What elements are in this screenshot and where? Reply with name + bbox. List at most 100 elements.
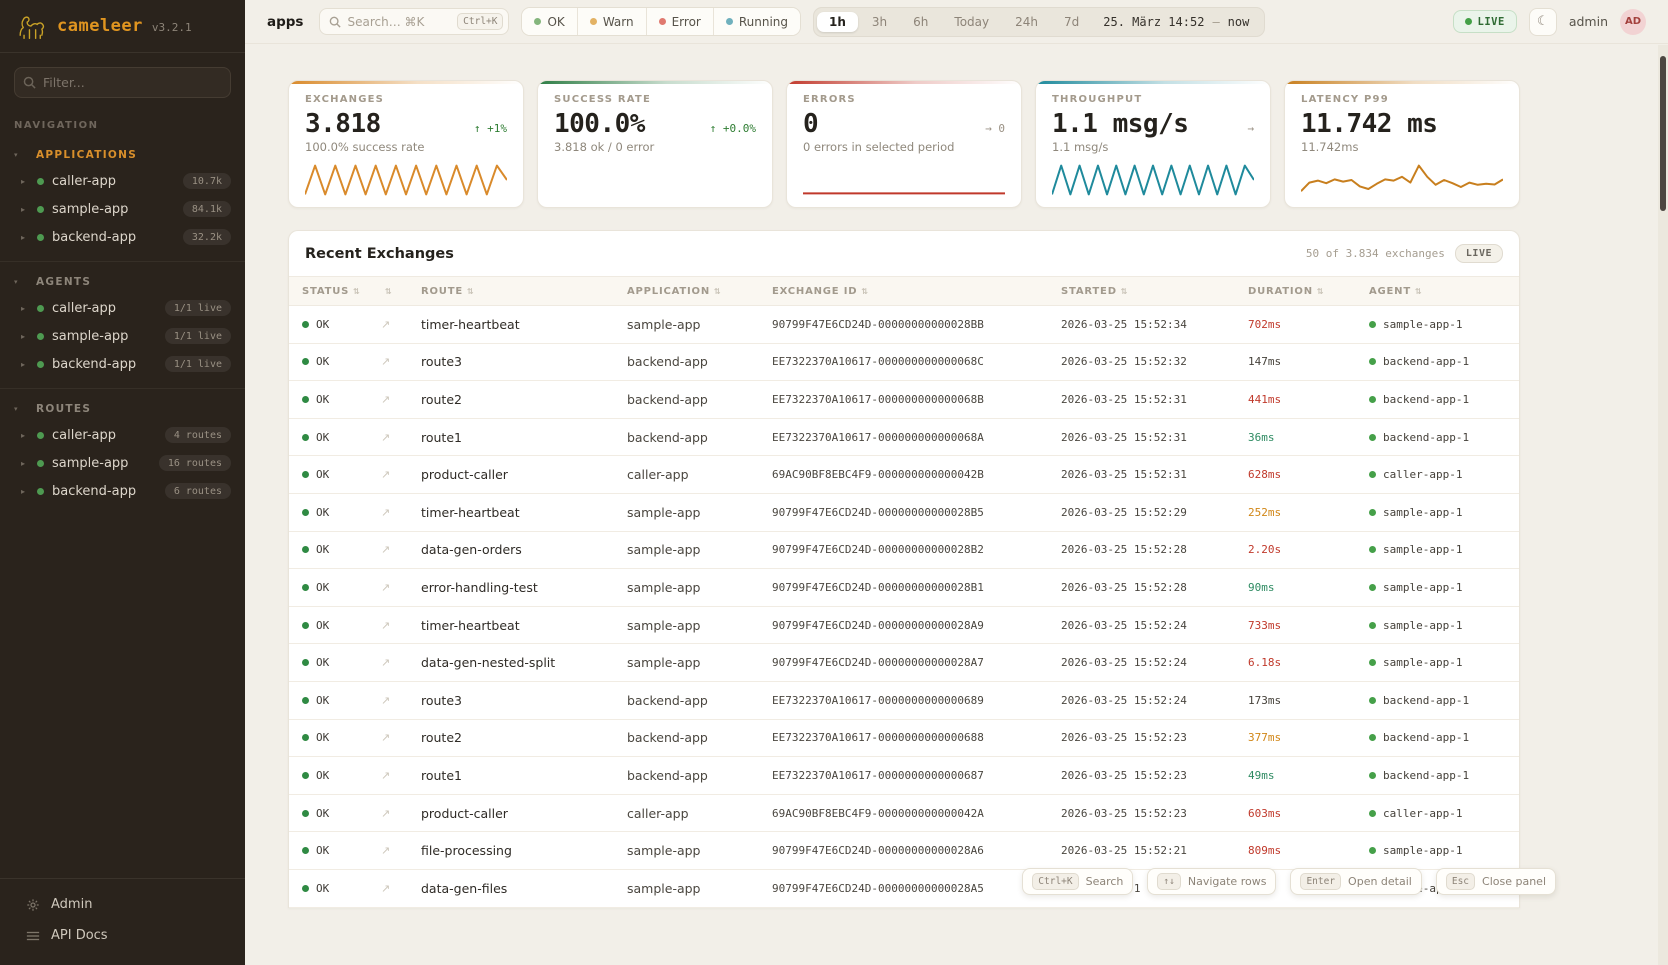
column-header-route[interactable]: ROUTE ⇅ <box>421 286 627 297</box>
table-header-row: STATUS ⇅ ⇅ ROUTE ⇅ APPLICATION ⇅ EXCHANG… <box>289 276 1519 306</box>
sort-icon: ⇅ <box>1317 287 1325 296</box>
scrollbar-thumb[interactable] <box>1660 56 1666 211</box>
open-exchange-icon[interactable]: ↗ <box>381 543 421 556</box>
table-row[interactable]: OK ↗ error-handling-test sample-app 9079… <box>289 569 1519 607</box>
application-cell: backend-app <box>627 430 772 445</box>
table-row[interactable]: OK ↗ route1 backend-app EE7322370A10617-… <box>289 419 1519 457</box>
sidebar-item-caller-app[interactable]: ▸ caller-app 1/1 live <box>0 294 245 322</box>
open-exchange-icon[interactable]: ↗ <box>381 506 421 519</box>
status-filter-warn[interactable]: Warn <box>578 8 647 35</box>
list-icon <box>26 930 40 942</box>
chevron-right-icon: ▸ <box>21 487 29 496</box>
table-row[interactable]: OK ↗ route2 backend-app EE7322370A10617-… <box>289 381 1519 419</box>
sidebar: cameleer v3.2.1 NAVIGATION ▾ APPLICATION… <box>0 0 245 965</box>
sidebar-item-sample-app[interactable]: ▸ sample-app 1/1 live <box>0 322 245 350</box>
search-box[interactable]: Ctrl+K <box>319 8 509 35</box>
column-header-duration[interactable]: DURATION ⇅ <box>1248 286 1369 297</box>
status-text: OK <box>316 506 329 519</box>
open-exchange-icon[interactable]: ↗ <box>381 656 421 669</box>
time-range-24h[interactable]: 24h <box>1003 12 1050 32</box>
column-header-started[interactable]: STARTED ⇅ <box>1061 286 1248 297</box>
column-label: STATUS <box>302 286 349 297</box>
date-range[interactable]: 25. März 14:52 — now <box>1093 15 1261 29</box>
table-row[interactable]: OK ↗ route2 backend-app EE7322370A10617-… <box>289 720 1519 758</box>
sidebar-item-admin[interactable]: Admin <box>0 889 245 920</box>
table-row[interactable]: OK ↗ data-gen-nested-split sample-app 90… <box>289 644 1519 682</box>
open-exchange-icon[interactable]: ↗ <box>381 468 421 481</box>
table-row[interactable]: OK ↗ timer-heartbeat sample-app 90799F47… <box>289 494 1519 532</box>
status-filter-running[interactable]: Running <box>714 8 800 35</box>
hint-label: Close panel <box>1482 875 1546 888</box>
theme-toggle-button[interactable]: ☾ <box>1529 8 1557 36</box>
application-cell: sample-app <box>627 580 772 595</box>
sidebar-item-sample-app[interactable]: ▸ sample-app 84.1k <box>0 195 245 223</box>
sidebar-item-badge: 1/1 live <box>165 328 231 344</box>
status-filter-ok[interactable]: OK <box>522 8 577 35</box>
nav-section-header[interactable]: ▾ AGENTS <box>0 268 245 294</box>
column-header-link[interactable]: ⇅ <box>381 287 421 296</box>
open-exchange-icon[interactable]: ↗ <box>381 807 421 820</box>
logo[interactable]: cameleer v3.2.1 <box>0 0 245 53</box>
open-exchange-icon[interactable]: ↗ <box>381 731 421 744</box>
open-exchange-icon[interactable]: ↗ <box>381 844 421 857</box>
open-exchange-icon[interactable]: ↗ <box>381 431 421 444</box>
open-exchange-icon[interactable]: ↗ <box>381 318 421 331</box>
status-text: OK <box>316 694 329 707</box>
time-range-3h[interactable]: 3h <box>860 12 899 32</box>
column-header-application[interactable]: APPLICATION ⇅ <box>627 286 772 297</box>
live-badge[interactable]: LIVE <box>1453 10 1517 33</box>
open-exchange-icon[interactable]: ↗ <box>381 393 421 406</box>
table-row[interactable]: OK ↗ route3 backend-app EE7322370A10617-… <box>289 682 1519 720</box>
agent-name: sample-app-1 <box>1383 656 1462 669</box>
table-row[interactable]: OK ↗ product-caller caller-app 69AC90BF8… <box>289 795 1519 833</box>
stat-subtext: 11.742ms <box>1301 140 1503 154</box>
column-header-status[interactable]: STATUS ⇅ <box>302 286 381 297</box>
main-area: apps Ctrl+K OK Warn Error Running 1h 3h … <box>245 0 1668 965</box>
open-exchange-icon[interactable]: ↗ <box>381 882 421 895</box>
search-input[interactable] <box>347 15 451 29</box>
status-filter-error[interactable]: Error <box>647 8 714 35</box>
table-row[interactable]: OK ↗ data-gen-orders sample-app 90799F47… <box>289 532 1519 570</box>
filter-input[interactable] <box>14 67 231 98</box>
time-range-today[interactable]: Today <box>942 12 1001 32</box>
sidebar-item-backend-app[interactable]: ▸ backend-app 32.2k <box>0 223 245 251</box>
sidebar-item-caller-app[interactable]: ▸ caller-app 10.7k <box>0 167 245 195</box>
nav-section-header[interactable]: ▾ ROUTES <box>0 395 245 421</box>
nav-section-header[interactable]: ▾ APPLICATIONS <box>0 141 245 167</box>
avatar[interactable]: AD <box>1620 9 1646 35</box>
recent-exchanges-panel: Recent Exchanges 50 of 3.834 exchanges L… <box>288 230 1520 908</box>
open-exchange-icon[interactable]: ↗ <box>381 619 421 632</box>
table-row[interactable]: OK ↗ timer-heartbeat sample-app 90799F47… <box>289 607 1519 645</box>
sidebar-item-sample-app[interactable]: ▸ sample-app 16 routes <box>0 449 245 477</box>
time-range-6h[interactable]: 6h <box>901 12 940 32</box>
table-row[interactable]: OK ↗ route1 backend-app EE7322370A10617-… <box>289 757 1519 795</box>
search-icon <box>329 16 341 28</box>
live-dot-icon <box>1465 18 1472 25</box>
time-range-7d[interactable]: 7d <box>1052 12 1091 32</box>
stat-subtext: 1.1 msg/s <box>1052 140 1254 154</box>
sidebar-item-backend-app[interactable]: ▸ backend-app 6 routes <box>0 477 245 505</box>
started-cell: 2026-03-25 15:52:28 <box>1061 543 1248 556</box>
table-row[interactable]: OK ↗ route3 backend-app EE7322370A10617-… <box>289 344 1519 382</box>
status-cell: OK <box>302 844 381 857</box>
sidebar-item-api-docs[interactable]: API Docs <box>0 920 245 951</box>
sidebar-item-backend-app[interactable]: ▸ backend-app 1/1 live <box>0 350 245 378</box>
table-row[interactable]: OK ↗ product-caller caller-app 69AC90BF8… <box>289 456 1519 494</box>
open-exchange-icon[interactable]: ↗ <box>381 355 421 368</box>
table-row[interactable]: OK ↗ timer-heartbeat sample-app 90799F47… <box>289 306 1519 344</box>
table-row[interactable]: OK ↗ file-processing sample-app 90799F47… <box>289 832 1519 870</box>
column-header-exchange-id[interactable]: EXCHANGE ID ⇅ <box>772 286 1061 297</box>
agent-cell: sample-app-1 <box>1369 581 1519 594</box>
open-exchange-icon[interactable]: ↗ <box>381 694 421 707</box>
agent-dot-icon <box>1369 434 1376 441</box>
sidebar-item-badge: 84.1k <box>183 201 231 217</box>
sidebar-item-caller-app[interactable]: ▸ caller-app 4 routes <box>0 421 245 449</box>
date-separator: — <box>1212 15 1219 29</box>
agent-dot-icon <box>1369 546 1376 553</box>
application-cell: caller-app <box>627 806 772 821</box>
column-header-agent[interactable]: AGENT ⇅ <box>1369 286 1519 297</box>
open-exchange-icon[interactable]: ↗ <box>381 769 421 782</box>
open-exchange-icon[interactable]: ↗ <box>381 581 421 594</box>
exchange-id-cell: 69AC90BF8EBC4F9-000000000000042A <box>772 807 1061 820</box>
time-range-1h[interactable]: 1h <box>817 12 858 32</box>
